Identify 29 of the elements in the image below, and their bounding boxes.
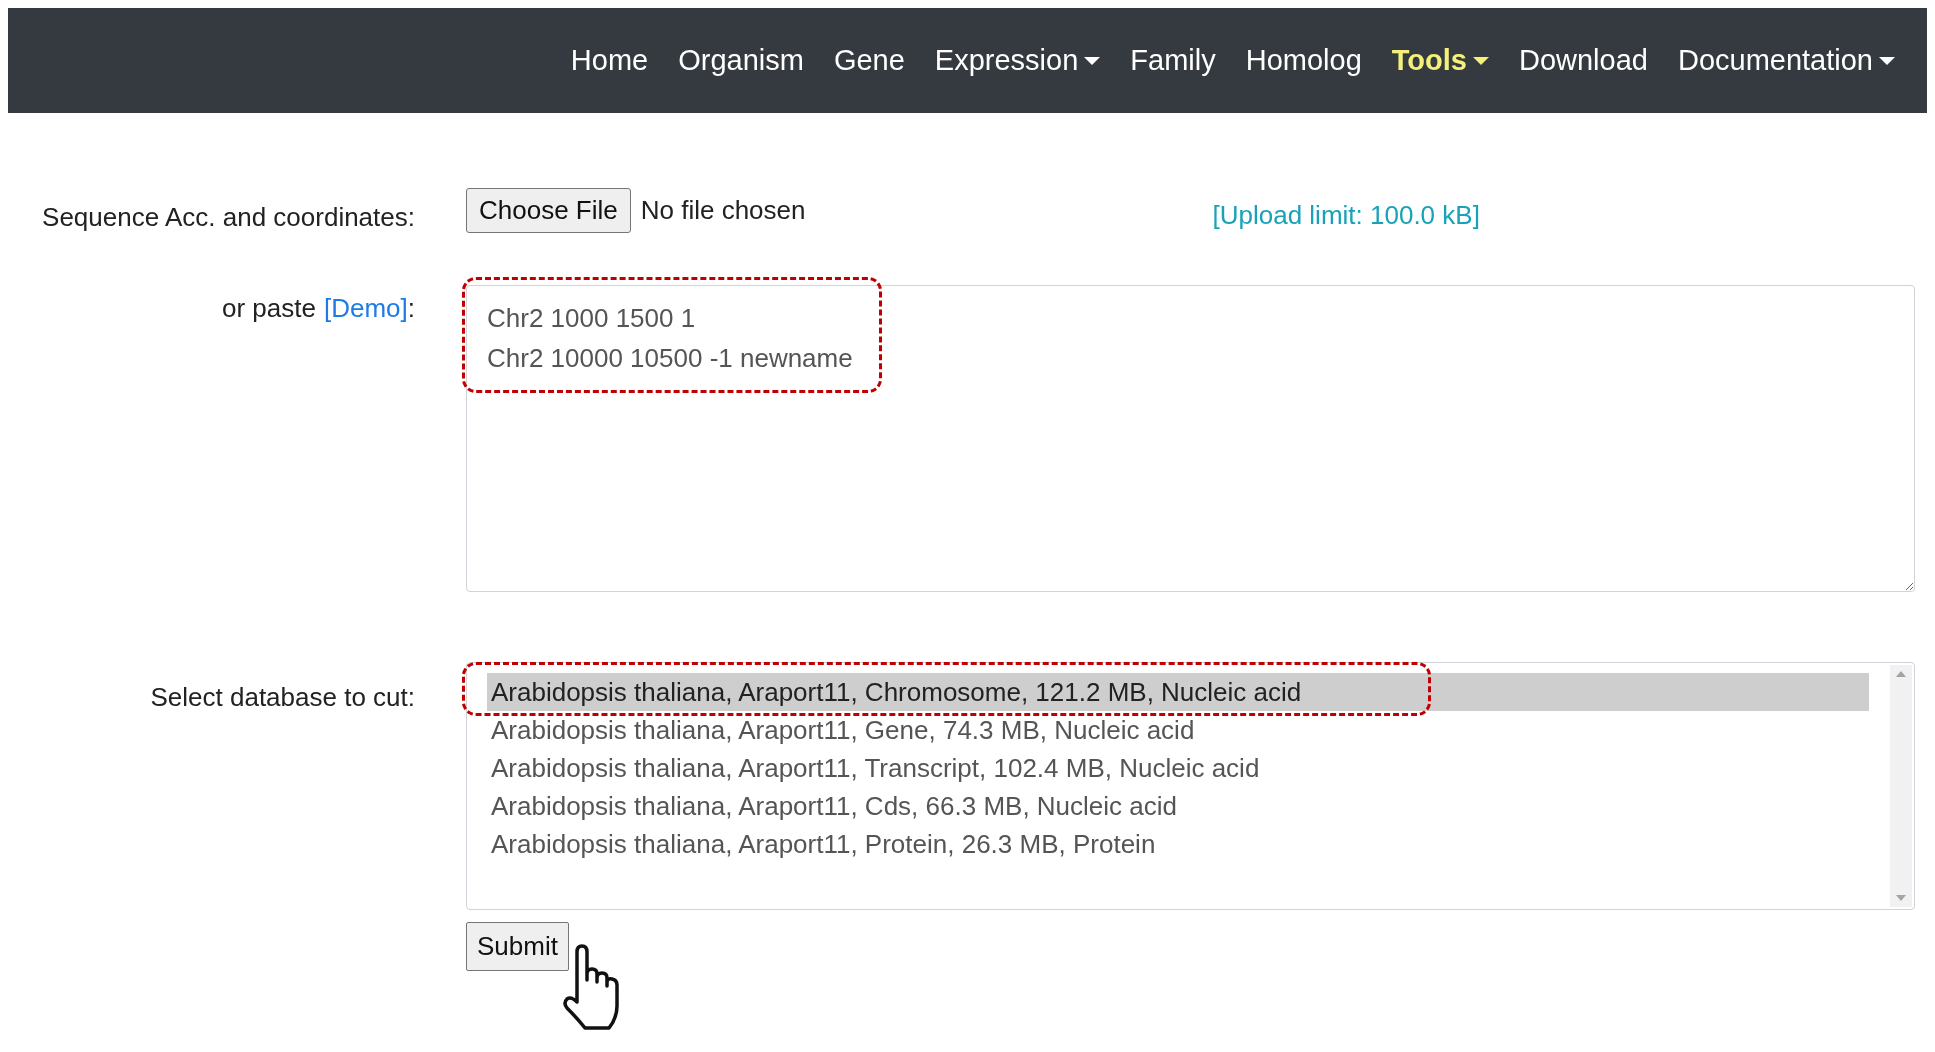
scrollbar[interactable] — [1890, 665, 1912, 907]
database-option[interactable]: Arabidopsis thaliana, Araport11, Transcript, 102.4 MB, Nucleic acid — [487, 749, 1869, 787]
database-option[interactable]: Arabidopsis thaliana, Araport11, Protein, 26.3 MB, Protein — [487, 825, 1869, 863]
nav-link[interactable]: Gene — [821, 44, 917, 77]
submit-button[interactable]: Submit — [466, 922, 569, 971]
database-listbox[interactable] — [466, 662, 1915, 910]
database-option[interactable]: Arabidopsis thaliana, Araport11, Cds, 66.3 MB, Nucleic acid — [487, 787, 1869, 825]
demo-link[interactable]: [Demo] — [323, 293, 408, 324]
nav-link[interactable]: Home — [558, 44, 661, 77]
nav-link[interactable]: Tools — [1379, 44, 1501, 77]
file-status: No file chosen — [640, 195, 806, 226]
database-option[interactable]: Arabidopsis thaliana, Araport11, Gene, 74.3 MB, Nucleic acid — [487, 711, 1869, 749]
field-label: or paste — [222, 293, 316, 324]
nav-link[interactable]: Family — [1118, 44, 1228, 77]
nav-link[interactable]: Documentation — [1665, 44, 1907, 77]
database-option[interactable]: Arabidopsis thaliana, Araport11, Chromosome, 121.2 MB, Nucleic acid — [487, 673, 1869, 711]
label-colon: : — [407, 293, 415, 324]
field-label: Sequence Acc. and coordinates: — [42, 202, 415, 233]
upload-limit-text: [Upload limit: 100.0 kB] — [1212, 200, 1480, 231]
scroll-down-icon[interactable] — [1896, 895, 1906, 901]
nav-link[interactable]: Organism — [666, 44, 816, 77]
nav-link[interactable]: Expression — [922, 44, 1113, 77]
sequence-input[interactable]: Chr2 1000 1500 1 Chr2 10000 10500 -1 newname — [466, 285, 1915, 592]
scroll-up-icon[interactable] — [1896, 671, 1906, 677]
nav-link[interactable]: Download — [1506, 44, 1660, 77]
hand-pointer-icon — [563, 944, 621, 1030]
choose-file-button[interactable]: Choose File — [466, 188, 631, 233]
nav-link[interactable]: Homolog — [1233, 44, 1374, 77]
field-label: Select database to cut: — [150, 682, 415, 713]
